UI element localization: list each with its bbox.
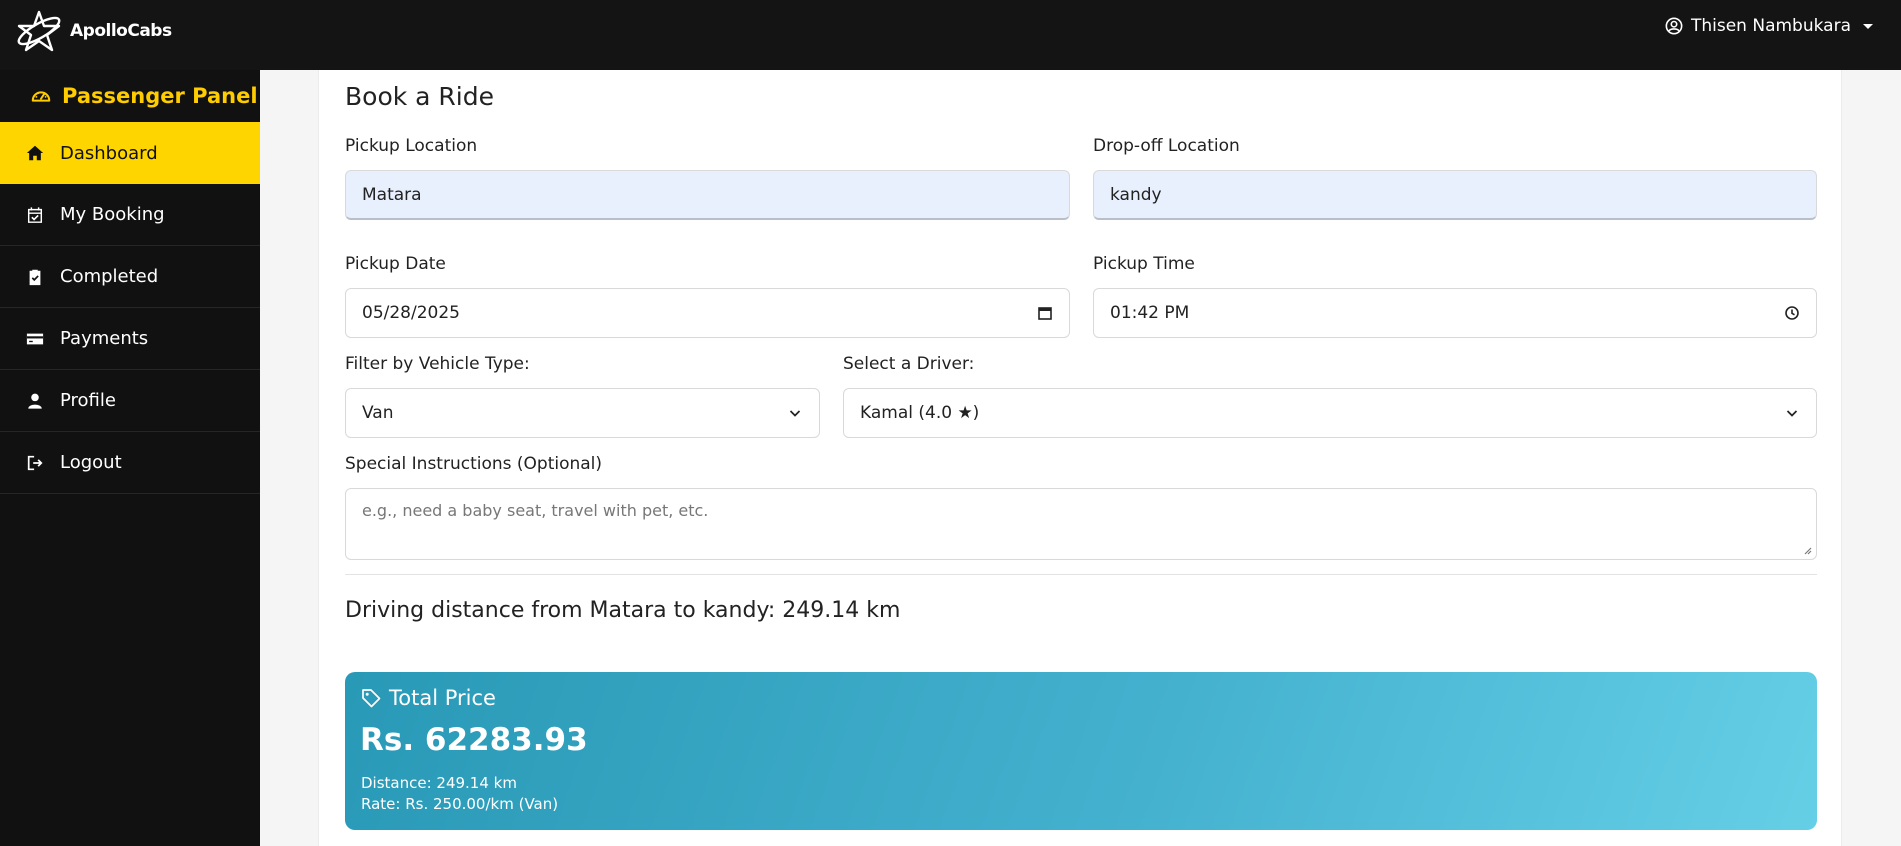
vehicle-type-value: Van — [362, 403, 394, 423]
sidebar-item-label: Logout — [60, 452, 122, 473]
instructions-textarea[interactable]: e.g., need a baby seat, travel with pet,… — [345, 488, 1817, 560]
home-icon — [26, 145, 44, 161]
instructions-label: Special Instructions (Optional) — [345, 454, 603, 474]
book-ride-card: Book a Ride Pickup Location Matara Drop-… — [318, 70, 1842, 846]
panel-title: Passenger Panel — [0, 70, 260, 122]
pickup-date-input[interactable]: 05/28/2025 — [345, 288, 1070, 338]
pickup-time-value: 01:42 PM — [1110, 303, 1190, 323]
pickup-location-input[interactable]: Matara — [345, 170, 1070, 220]
gauge-icon — [31, 91, 51, 102]
brand-logo[interactable]: ApolloCabs — [14, 8, 172, 54]
user-menu-dropdown[interactable]: Thisen Nambukara — [1665, 16, 1873, 36]
chevron-down-icon — [789, 410, 801, 417]
pickup-date-label: Pickup Date — [345, 254, 446, 274]
price-title: Total Price — [389, 686, 496, 710]
sidebar-item-completed[interactable]: Completed — [0, 246, 260, 308]
sidebar-item-label: Payments — [60, 328, 149, 349]
distance-text: Driving distance from Matara to kandy: 2… — [345, 598, 901, 623]
clipboard-check-icon — [29, 269, 41, 285]
user-circle-icon — [1665, 17, 1683, 35]
sidebar: Passenger Panel Dashboard My Booking Com… — [0, 70, 260, 846]
logout-icon — [27, 455, 43, 470]
sidebar-item-dashboard[interactable]: Dashboard — [0, 122, 260, 184]
credit-card-icon — [26, 333, 44, 344]
sidebar-item-label: My Booking — [60, 204, 165, 225]
vehicle-type-select[interactable]: Van — [345, 388, 820, 438]
sidebar-item-label: Profile — [60, 390, 116, 411]
chevron-down-icon — [1863, 23, 1873, 29]
sidebar-item-payments[interactable]: Payments — [0, 308, 260, 370]
top-navbar: ApolloCabs Thisen Nambukara — [0, 0, 1901, 70]
sidebar-item-my-booking[interactable]: My Booking — [0, 184, 260, 246]
price-rate: Rate: Rs. 250.00/km (Van) — [361, 795, 559, 813]
dropoff-location-label: Drop-off Location — [1093, 136, 1240, 156]
calendar-icon[interactable] — [1037, 305, 1053, 321]
sidebar-item-profile[interactable]: Profile — [0, 370, 260, 432]
panel-title-text: Passenger Panel — [62, 84, 258, 108]
user-icon — [28, 393, 42, 409]
divider — [345, 574, 1817, 575]
user-name: Thisen Nambukara — [1690, 16, 1851, 36]
sidebar-item-label: Dashboard — [60, 142, 158, 164]
dropoff-location-value: kandy — [1110, 184, 1162, 205]
driver-select[interactable]: Kamal (4.0 ★) — [843, 388, 1817, 438]
clock-icon[interactable] — [1784, 305, 1800, 321]
dropoff-location-input[interactable]: kandy — [1093, 170, 1817, 220]
calendar-check-icon — [27, 206, 43, 223]
brand-name: ApolloCabs — [70, 21, 172, 41]
sidebar-item-label: Completed — [60, 266, 159, 287]
page-title: Book a Ride — [345, 82, 494, 111]
sidebar-item-logout[interactable]: Logout — [0, 432, 260, 494]
pickup-time-label: Pickup Time — [1093, 254, 1195, 274]
driver-value: Kamal (4.0 ★) — [860, 403, 980, 423]
total-price-card: Total Price Rs. 62283.93 Distance: 249.1… — [345, 672, 1817, 830]
vehicle-type-label: Filter by Vehicle Type: — [345, 354, 530, 374]
resize-grip-icon[interactable] — [1802, 545, 1812, 555]
price-distance: Distance: 249.14 km — [361, 774, 517, 792]
price-header: Total Price — [361, 686, 496, 710]
instructions-placeholder: e.g., need a baby seat, travel with pet,… — [362, 501, 709, 520]
tag-icon — [362, 689, 381, 708]
pickup-location-label: Pickup Location — [345, 136, 478, 156]
driver-label: Select a Driver: — [843, 354, 975, 374]
pickup-location-value: Matara — [362, 184, 422, 205]
pickup-date-value: 05/28/2025 — [362, 303, 460, 323]
pickup-time-input[interactable]: 01:42 PM — [1093, 288, 1817, 338]
price-amount: Rs. 62283.93 — [360, 722, 588, 758]
chevron-down-icon — [1786, 410, 1798, 417]
apollo-logo-icon — [17, 10, 61, 52]
